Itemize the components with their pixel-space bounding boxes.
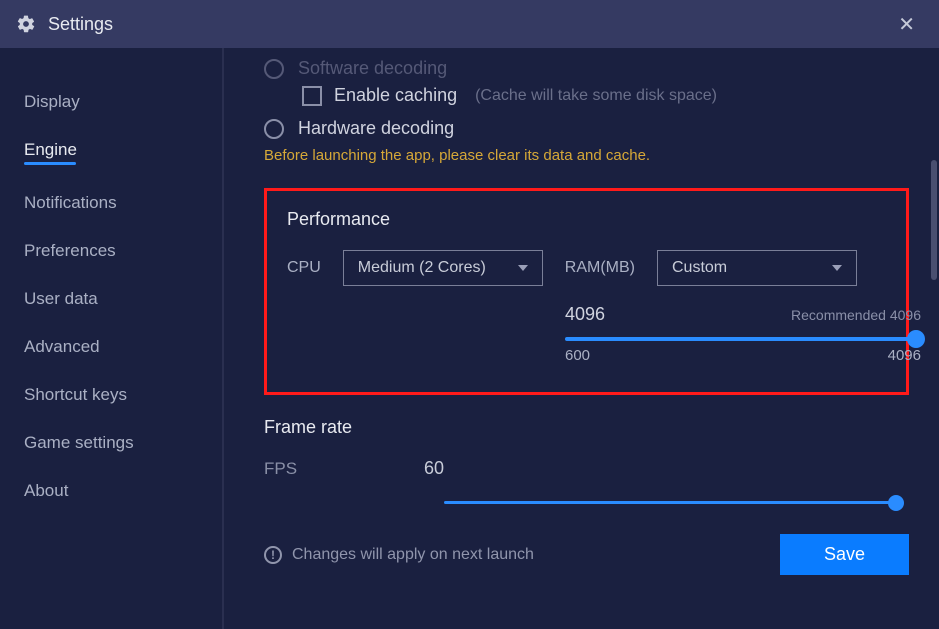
fps-label: FPS	[264, 459, 364, 479]
ram-current-value: 4096	[565, 304, 605, 325]
settings-gear-icon	[16, 14, 36, 34]
performance-title: Performance	[287, 209, 886, 230]
hardware-decoding-label: Hardware decoding	[298, 118, 454, 139]
sidebar-item-shortcut-keys[interactable]: Shortcut keys	[24, 371, 222, 419]
fps-slider[interactable]	[444, 501, 898, 504]
sidebar-item-label: Engine	[24, 140, 77, 159]
save-button[interactable]: Save	[780, 534, 909, 575]
software-decoding-label: Software decoding	[298, 58, 447, 79]
close-icon[interactable]: ✕	[890, 8, 923, 41]
active-tab-underline	[24, 162, 76, 165]
fps-value: 60	[424, 458, 444, 479]
footer-notice: Changes will apply on next launch	[292, 546, 534, 564]
ram-select[interactable]: Custom	[657, 250, 857, 286]
titlebar: Settings ✕	[0, 0, 939, 48]
software-decoding-option[interactable]: Software decoding	[264, 58, 909, 79]
ram-slider-max: 4096	[888, 347, 921, 364]
ram-label: RAM(MB)	[565, 259, 635, 277]
sidebar-item-engine[interactable]: Engine	[24, 126, 222, 179]
sidebar: Display Engine Notifications Preferences…	[0, 48, 224, 629]
sidebar-item-user-data[interactable]: User data	[24, 275, 222, 323]
sidebar-item-preferences[interactable]: Preferences	[24, 227, 222, 275]
radio-unselected-icon	[264, 59, 284, 79]
ram-recommended-text: Recommended 4096	[791, 307, 921, 323]
enable-caching-label: Enable caching	[334, 85, 457, 106]
sidebar-item-about[interactable]: About	[24, 467, 222, 515]
framerate-title: Frame rate	[264, 417, 909, 438]
sidebar-item-notifications[interactable]: Notifications	[24, 179, 222, 227]
info-icon: !	[264, 546, 282, 564]
caret-down-icon	[518, 265, 528, 271]
scrollbar-thumb[interactable]	[931, 160, 937, 280]
checkbox-unchecked-icon	[302, 86, 322, 106]
performance-section-highlight: Performance CPU Medium (2 Cores) RAM(MB)…	[264, 188, 909, 395]
cpu-label: CPU	[287, 259, 321, 277]
fps-slider-thumb[interactable]	[888, 495, 904, 511]
sidebar-item-display[interactable]: Display	[24, 78, 222, 126]
ram-select-value: Custom	[672, 259, 727, 277]
page-title: Settings	[48, 14, 113, 35]
sidebar-item-advanced[interactable]: Advanced	[24, 323, 222, 371]
ram-slider[interactable]	[565, 337, 921, 341]
hardware-decoding-option[interactable]: Hardware decoding	[264, 118, 909, 139]
ram-slider-thumb[interactable]	[907, 330, 925, 348]
ram-slider-min: 600	[565, 347, 590, 364]
cpu-select[interactable]: Medium (2 Cores)	[343, 250, 543, 286]
sidebar-item-game-settings[interactable]: Game settings	[24, 419, 222, 467]
caret-down-icon	[832, 265, 842, 271]
cache-hint-text: (Cache will take some disk space)	[475, 87, 717, 105]
enable-caching-option[interactable]: Enable caching (Cache will take some dis…	[302, 85, 909, 106]
radio-unselected-icon	[264, 119, 284, 139]
content-panel: Software decoding Enable caching (Cache …	[224, 48, 939, 629]
cpu-select-value: Medium (2 Cores)	[358, 259, 486, 277]
warning-text: Before launching the app, please clear i…	[264, 147, 909, 164]
